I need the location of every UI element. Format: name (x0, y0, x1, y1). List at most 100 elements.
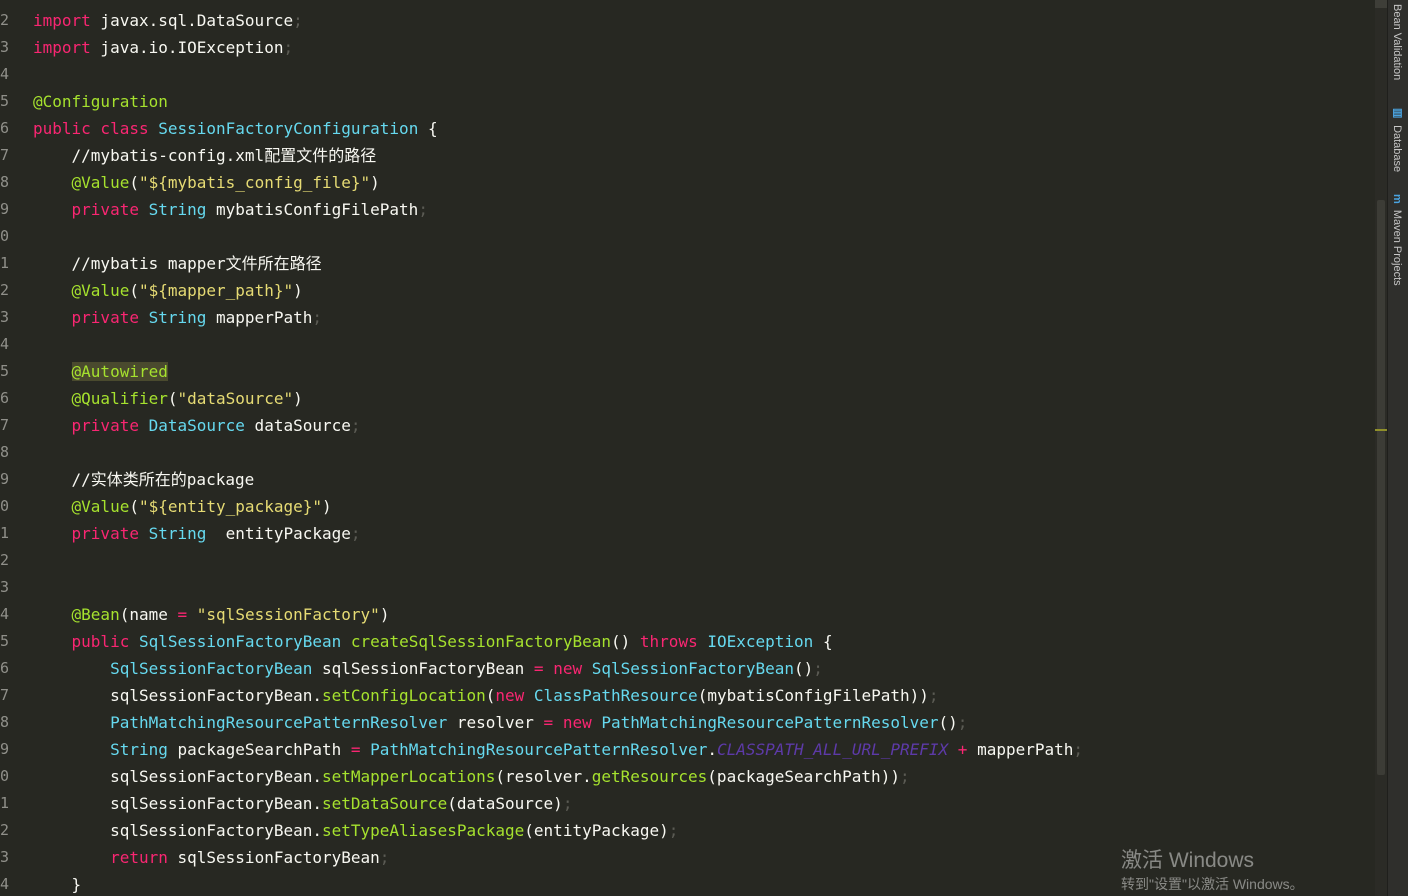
code-token: DataSource (148, 416, 245, 435)
code-token: import (33, 38, 91, 57)
scrollbar-thumb[interactable] (1377, 200, 1385, 775)
code-token: //mybatis mapper文件所在路径 (33, 254, 322, 273)
code-token: CLASSPATH_ALL_URL_PREFIX (716, 740, 949, 759)
code-line[interactable]: 7 //mybatis-config.xml配置文件的路径 (0, 142, 1375, 169)
code-line[interactable]: 5 @Configuration (0, 88, 1375, 115)
line-number: 4 (0, 335, 10, 353)
code-line[interactable]: 9 //实体类所在的package (0, 466, 1375, 493)
code-token: ; (312, 308, 322, 327)
vertical-scrollbar[interactable] (1375, 0, 1387, 896)
code-line[interactable]: 8 PathMatchingResourcePatternResolver re… (0, 709, 1375, 736)
code-line[interactable]: 4 (0, 331, 1375, 358)
code-text: @Value("${entity_package}") (33, 493, 332, 520)
code-line[interactable]: 4 (0, 61, 1375, 88)
code-line[interactable]: 0 @Value("${entity_package}") (0, 493, 1375, 520)
line-number: 8 (0, 443, 10, 461)
scrollbar-warning-marker[interactable] (1375, 429, 1387, 431)
code-line[interactable]: 6 @Qualifier("dataSource") (0, 385, 1375, 412)
code-token: + (957, 740, 968, 759)
code-line[interactable]: 1 private String entityPackage; (0, 520, 1375, 547)
code-token: java.io.IOException (90, 38, 284, 57)
code-line[interactable]: 9 private String mybatisConfigFilePath; (0, 196, 1375, 223)
line-number: 5 (0, 632, 10, 650)
code-line[interactable]: 3 (0, 574, 1375, 601)
code-token: resolver (447, 713, 544, 732)
code-line[interactable]: 8 (0, 439, 1375, 466)
code-line[interactable]: 5 @Autowired (0, 358, 1375, 385)
code-text: sqlSessionFactoryBean.setMapperLocations… (33, 763, 910, 790)
code-line[interactable]: 2 @Value("${mapper_path}") (0, 277, 1375, 304)
database-icon: ▤ (1391, 106, 1403, 119)
code-token: sqlSessionFactoryBean. (33, 686, 322, 705)
code-text: SqlSessionFactoryBean sqlSessionFactoryB… (33, 655, 823, 682)
database-tab[interactable]: ▤ Database (1391, 106, 1404, 172)
code-text: //实体类所在的package (33, 466, 255, 493)
code-token: sqlSessionFactoryBean. (33, 767, 322, 786)
code-line[interactable]: 2 (0, 547, 1375, 574)
maven-icon: m (1391, 194, 1403, 204)
code-token: PathMatchingResourcePatternResolver (370, 740, 708, 759)
code-token: getResources (591, 767, 708, 786)
code-token: String (148, 524, 207, 543)
code-line[interactable]: 9 String packageSearchPath = PathMatchin… (0, 736, 1375, 763)
code-token: "sqlSessionFactory" (196, 605, 380, 624)
line-number: 9 (0, 470, 10, 488)
code-token: sqlSessionFactoryBean (312, 659, 534, 678)
code-token: "${mybatis_config_file}" (138, 173, 371, 192)
line-number: 1 (0, 794, 10, 812)
code-token: (resolver. (495, 767, 592, 786)
code-token: (name (119, 605, 178, 624)
code-text: PathMatchingResourcePatternResolver reso… (33, 709, 967, 736)
code-editor[interactable]: 2 import javax.sql.DataSource; 3 import jav… (0, 0, 1375, 896)
code-line[interactable]: 1 sqlSessionFactoryBean.setDataSource(da… (0, 790, 1375, 817)
code-line[interactable]: 1 //mybatis mapper文件所在路径 (0, 250, 1375, 277)
code-token: @Value (71, 281, 130, 300)
code-line[interactable]: 7 private DataSource dataSource; (0, 412, 1375, 439)
scrollbar-top-marker (1375, 0, 1387, 8)
code-token: @Value (71, 497, 130, 516)
code-token: sqlSessionFactoryBean. (33, 821, 322, 840)
code-line[interactable]: 6 SqlSessionFactoryBean sqlSessionFactor… (0, 655, 1375, 682)
code-line[interactable]: 6 public class SessionFactoryConfiguratio… (0, 115, 1375, 142)
code-line[interactable]: 4 @Bean(name = "sqlSessionFactory") (0, 601, 1375, 628)
code-token: new (553, 659, 592, 678)
code-token: private (71, 416, 149, 435)
code-line[interactable]: 7 sqlSessionFactoryBean.setConfigLocatio… (0, 682, 1375, 709)
code-line[interactable]: 0 (0, 223, 1375, 250)
right-tool-window-bar: Bean Validation ▤ Database m Maven Proje… (1387, 0, 1408, 896)
code-text: @Qualifier("dataSource") (33, 385, 303, 412)
code-line[interactable]: 0 sqlSessionFactoryBean.setMapperLocatio… (0, 763, 1375, 790)
database-tab-label: Database (1391, 125, 1403, 173)
code-line[interactable]: 3 import java.io.IOException; (0, 34, 1375, 61)
code-token: "${entity_package}" (138, 497, 322, 516)
code-token: mybatisConfigFilePath (206, 200, 419, 219)
code-token: ; (350, 416, 361, 435)
code-text: sqlSessionFactoryBean.setConfigLocation(… (33, 682, 939, 709)
code-text: import javax.sql.DataSource; (33, 7, 303, 34)
code-token: @Autowired (71, 362, 168, 381)
code-token: sqlSessionFactoryBean. (33, 794, 322, 813)
code-line[interactable]: 2 import javax.sql.DataSource; (0, 7, 1375, 34)
code-text: //mybatis mapper文件所在路径 (33, 250, 322, 277)
code-token: ) (293, 389, 303, 408)
bean-validation-tab[interactable]: Bean Validation (1391, 4, 1403, 80)
code-line[interactable]: 8 @Value("${mybatis_config_file}") (0, 169, 1375, 196)
code-line[interactable]: 3 private String mapperPath; (0, 304, 1375, 331)
code-line[interactable]: 2 sqlSessionFactoryBean.setTypeAliasesPa… (0, 817, 1375, 844)
code-token: createSqlSessionFactoryBean (350, 632, 611, 651)
code-token: ; (418, 200, 428, 219)
code-token: ; (928, 686, 939, 705)
code-token: ; (379, 848, 390, 867)
code-text: } (33, 871, 82, 896)
maven-projects-tab[interactable]: m Maven Projects (1391, 194, 1403, 286)
line-number: 2 (0, 281, 10, 299)
code-token: mapperPath (967, 740, 1074, 759)
code-line[interactable]: 5 public SqlSessionFactoryBean createSql… (0, 628, 1375, 655)
